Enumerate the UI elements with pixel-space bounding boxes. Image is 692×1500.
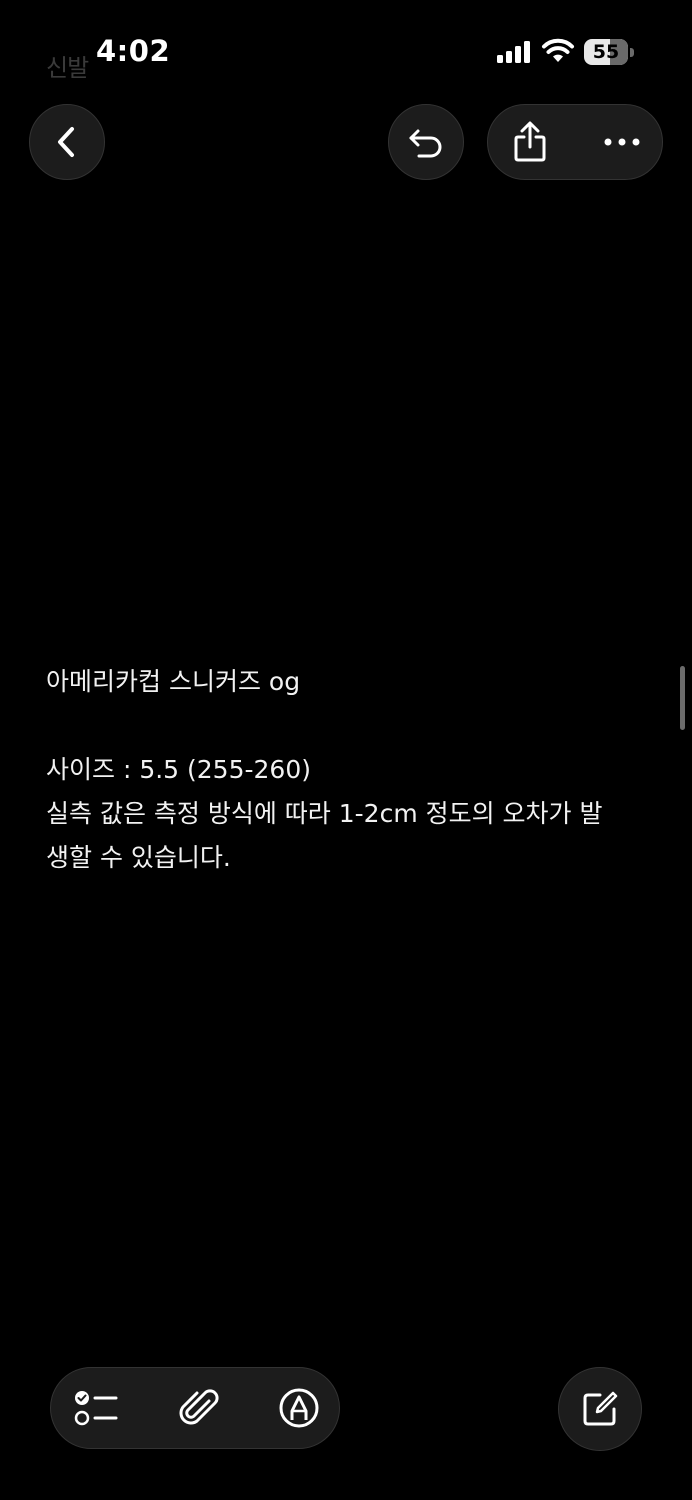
compose-button[interactable] [558, 1367, 642, 1451]
background-title: 신발 [46, 54, 89, 82]
attach-button[interactable] [163, 1368, 235, 1448]
cellular-signal-icon [497, 41, 530, 63]
note-line-size: 사이즈 : 5.5 (255-260) [46, 755, 311, 784]
battery-indicator: 55 [584, 39, 636, 65]
note-line-measure: 실측 값은 측정 방식에 따라 1-2cm 정도의 오차가 발 [46, 799, 603, 828]
note-title: 아메리카컵 스니커즈 og [46, 667, 301, 696]
markup-pen-icon [279, 1388, 319, 1428]
markup-button[interactable] [263, 1368, 335, 1448]
wifi-icon [542, 38, 574, 62]
status-bar: 신발 4:02 55 [0, 0, 692, 100]
battery-level: 55 [592, 41, 620, 63]
note-text-area[interactable]: 아메리카컵 스니커즈 og 사이즈 : 5.5 (255-260) 실측 값은 … [46, 660, 646, 880]
top-actions-pill [487, 104, 663, 180]
checklist-icon [74, 1391, 118, 1426]
share-icon [514, 121, 546, 162]
chevron-left-icon [58, 127, 74, 157]
more-button[interactable] [580, 105, 664, 179]
checklist-button[interactable] [61, 1368, 133, 1448]
ellipsis-icon [604, 138, 640, 146]
share-button[interactable] [488, 105, 572, 179]
note-line-measure-cont: 생할 수 있습니다. [46, 843, 231, 872]
undo-button[interactable] [388, 104, 464, 180]
back-button[interactable] [29, 104, 105, 180]
compose-icon [583, 1391, 618, 1426]
status-time: 4:02 [96, 34, 171, 68]
undo-icon [409, 129, 442, 158]
bottom-tools-pill [50, 1367, 340, 1449]
scroll-indicator[interactable] [680, 666, 685, 730]
paperclip-icon [179, 1389, 219, 1425]
